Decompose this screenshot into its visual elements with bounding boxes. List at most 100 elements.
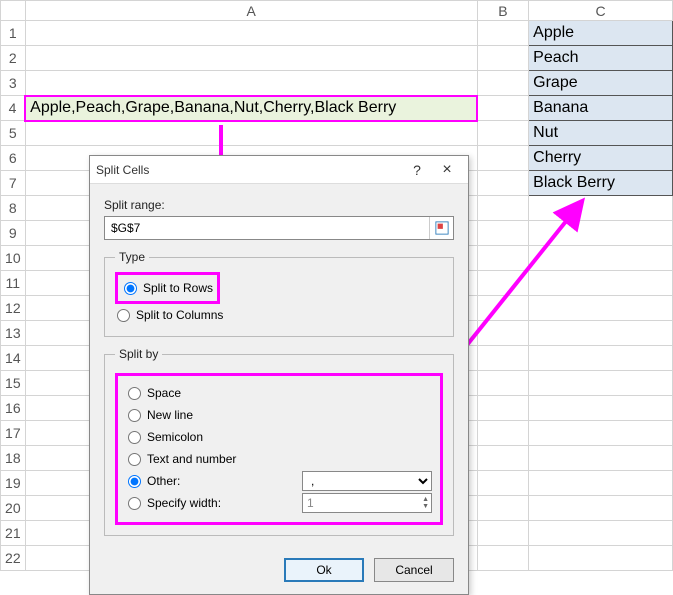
cell[interactable] — [477, 496, 528, 521]
result-cell[interactable]: Grape — [529, 71, 673, 96]
result-cell[interactable]: Banana — [529, 96, 673, 121]
row-header[interactable]: 14 — [1, 346, 26, 371]
row-header[interactable]: 19 — [1, 471, 26, 496]
cell[interactable] — [25, 46, 477, 71]
cell[interactable] — [529, 496, 673, 521]
split-to-rows-label: Split to Rows — [143, 281, 213, 295]
cell[interactable] — [529, 546, 673, 571]
split-to-columns-radio[interactable] — [117, 309, 130, 322]
by-other-radio[interactable] — [128, 475, 141, 488]
by-other-label: Other: — [147, 474, 180, 488]
row-header[interactable]: 2 — [1, 46, 26, 71]
result-cell[interactable]: Peach — [529, 46, 673, 71]
row-header[interactable]: 10 — [1, 246, 26, 271]
col-header-b[interactable]: B — [477, 1, 528, 21]
by-newline-label: New line — [147, 408, 193, 422]
row-header[interactable]: 3 — [1, 71, 26, 96]
row-header[interactable]: 20 — [1, 496, 26, 521]
cell[interactable] — [529, 471, 673, 496]
cell[interactable] — [529, 346, 673, 371]
cell[interactable] — [477, 221, 528, 246]
cell[interactable] — [477, 321, 528, 346]
cell[interactable] — [477, 446, 528, 471]
cell[interactable] — [529, 446, 673, 471]
result-cell[interactable]: Black Berry — [529, 171, 673, 196]
cell[interactable] — [477, 246, 528, 271]
result-cell[interactable]: Cherry — [529, 146, 673, 171]
row-header[interactable]: 22 — [1, 546, 26, 571]
range-picker-icon — [435, 221, 449, 235]
row-header[interactable]: 11 — [1, 271, 26, 296]
cell[interactable] — [477, 121, 528, 146]
cell[interactable] — [529, 246, 673, 271]
cell[interactable] — [477, 521, 528, 546]
result-cell[interactable]: Apple — [529, 21, 673, 46]
cell[interactable] — [477, 96, 528, 121]
cell[interactable] — [477, 421, 528, 446]
cell[interactable] — [529, 221, 673, 246]
row-header[interactable]: 12 — [1, 296, 26, 321]
row-header[interactable]: 18 — [1, 446, 26, 471]
result-cell[interactable]: Nut — [529, 121, 673, 146]
row-header[interactable]: 7 — [1, 171, 26, 196]
cell[interactable] — [477, 21, 528, 46]
cell[interactable] — [529, 371, 673, 396]
row-header[interactable]: 16 — [1, 396, 26, 421]
width-spinner[interactable]: 1▲▼ — [302, 493, 432, 513]
by-semicolon-radio[interactable] — [128, 431, 141, 444]
cell[interactable] — [529, 321, 673, 346]
close-button[interactable]: × — [432, 161, 462, 179]
help-button[interactable]: ? — [402, 162, 432, 178]
corner-cell[interactable] — [1, 1, 26, 21]
row-header[interactable]: 17 — [1, 421, 26, 446]
cell[interactable] — [529, 421, 673, 446]
cell[interactable] — [477, 396, 528, 421]
row-header[interactable]: 4 — [1, 96, 26, 121]
by-newline-radio[interactable] — [128, 409, 141, 422]
col-header-a[interactable]: A — [25, 1, 477, 21]
by-width-radio[interactable] — [128, 497, 141, 510]
cell[interactable] — [477, 546, 528, 571]
col-header-c[interactable]: C — [529, 1, 673, 21]
cell[interactable] — [529, 296, 673, 321]
cell[interactable] — [529, 271, 673, 296]
cell[interactable] — [477, 271, 528, 296]
by-textnum-radio[interactable] — [128, 453, 141, 466]
row-header[interactable]: 8 — [1, 196, 26, 221]
by-space-radio[interactable] — [128, 387, 141, 400]
other-delimiter-select[interactable]: , — [302, 471, 432, 491]
cell[interactable] — [477, 471, 528, 496]
split-to-rows-radio[interactable] — [124, 282, 137, 295]
row-header[interactable]: 21 — [1, 521, 26, 546]
cell[interactable] — [477, 146, 528, 171]
dialog-titlebar[interactable]: Split Cells ? × — [90, 156, 468, 184]
ok-button[interactable]: Ok — [284, 558, 364, 582]
cell[interactable] — [529, 196, 673, 221]
type-group: Type Split to Rows Split to Columns — [104, 250, 454, 337]
cell[interactable] — [25, 21, 477, 46]
row-header[interactable]: 1 — [1, 21, 26, 46]
by-semicolon-label: Semicolon — [147, 430, 203, 444]
cell[interactable] — [477, 171, 528, 196]
cell[interactable] — [477, 196, 528, 221]
row-header[interactable]: 15 — [1, 371, 26, 396]
cancel-button[interactable]: Cancel — [374, 558, 454, 582]
split-range-input[interactable] — [105, 221, 429, 235]
row-header[interactable]: 13 — [1, 321, 26, 346]
splitby-legend: Split by — [115, 347, 162, 361]
cell[interactable] — [477, 346, 528, 371]
cell[interactable] — [529, 521, 673, 546]
row-header[interactable]: 9 — [1, 221, 26, 246]
cell[interactable] — [477, 71, 528, 96]
cell[interactable] — [25, 121, 477, 146]
source-cell[interactable]: Apple,Peach,Grape,Banana,Nut,Cherry,Blac… — [25, 96, 477, 121]
cell[interactable] — [477, 296, 528, 321]
row-header[interactable]: 5 — [1, 121, 26, 146]
cell[interactable] — [529, 396, 673, 421]
cell[interactable] — [477, 46, 528, 71]
range-picker-button[interactable] — [429, 217, 453, 239]
row-header[interactable]: 6 — [1, 146, 26, 171]
cell[interactable] — [25, 71, 477, 96]
split-range-label: Split range: — [104, 198, 454, 212]
cell[interactable] — [477, 371, 528, 396]
